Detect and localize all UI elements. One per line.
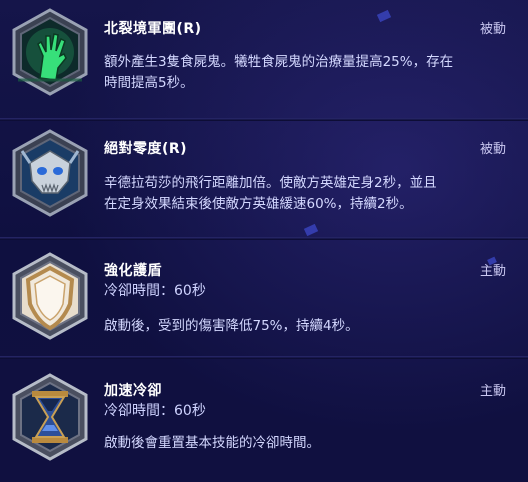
talent-row-4[interactable]: 加速冷卻 主動 冷卻時間：60秒 啟動後會重置基本技能的冷卻時間。 (0, 359, 528, 482)
talent-description: 啟動後會重置基本技能的冷卻時間。 (104, 433, 504, 454)
zombie-hand-icon (10, 8, 90, 96)
cooldown-text: 冷卻時間：60秒 (104, 403, 206, 419)
talent-type-label: 被動 (479, 142, 506, 157)
talent-row-3[interactable]: 強化護盾 主動 冷卻時間：60秒 啟動後，受到的傷害降低75%，持續4秒。 (0, 240, 528, 356)
description-line: 額外產生3隻食屍鬼。犧牲食屍鬼的治療量提高25%，存在 (104, 54, 454, 70)
cooldown-text: 冷卻時間：60秒 (104, 283, 206, 299)
frost-wyrm-skull-icon (10, 129, 90, 217)
talent-title: 絕對零度(R) (104, 141, 188, 157)
shield-icon (10, 252, 90, 340)
talent-type-label: 被動 (479, 22, 506, 37)
description-line: 辛德拉苟莎的飛行距離加倍。使敵方英雄定身2秒，並且 (104, 175, 437, 191)
talent-type-label: 主動 (479, 384, 506, 399)
talent-description: 辛德拉苟莎的飛行距離加倍。使敵方英雄定身2秒，並且 在定身效果結束後使敵方英雄緩… (104, 173, 504, 215)
talent-title: 強化護盾 (104, 263, 162, 279)
talent-title: 北裂境軍團(R) (104, 21, 202, 37)
description-line: 啟動後會重置基本技能的冷卻時間。 (104, 435, 320, 451)
talent-row-1[interactable]: 北裂境軍團(R) 被動 額外產生3隻食屍鬼。犧牲食屍鬼的治療量提高25%，存在 … (0, 0, 528, 118)
talent-title: 加速冷卻 (104, 383, 162, 399)
talent-panel: 北裂境軍團(R) 被動 額外產生3隻食屍鬼。犧牲食屍鬼的治療量提高25%，存在 … (0, 0, 528, 482)
hourglass-icon (10, 373, 90, 461)
description-line: 時間提高5秒。 (104, 75, 194, 91)
talent-row-2[interactable]: 絕對零度(R) 被動 辛德拉苟莎的飛行距離加倍。使敵方英雄定身2秒，並且 在定身… (0, 121, 528, 237)
description-line: 啟動後，受到的傷害降低75%，持續4秒。 (104, 318, 359, 334)
talent-description: 額外產生3隻食屍鬼。犧牲食屍鬼的治療量提高25%，存在 時間提高5秒。 (104, 52, 504, 94)
talent-description: 啟動後，受到的傷害降低75%，持續4秒。 (104, 316, 504, 337)
description-line: 在定身效果結束後使敵方英雄緩速60%，持續2秒。 (104, 196, 413, 212)
talent-type-label: 主動 (479, 264, 506, 279)
